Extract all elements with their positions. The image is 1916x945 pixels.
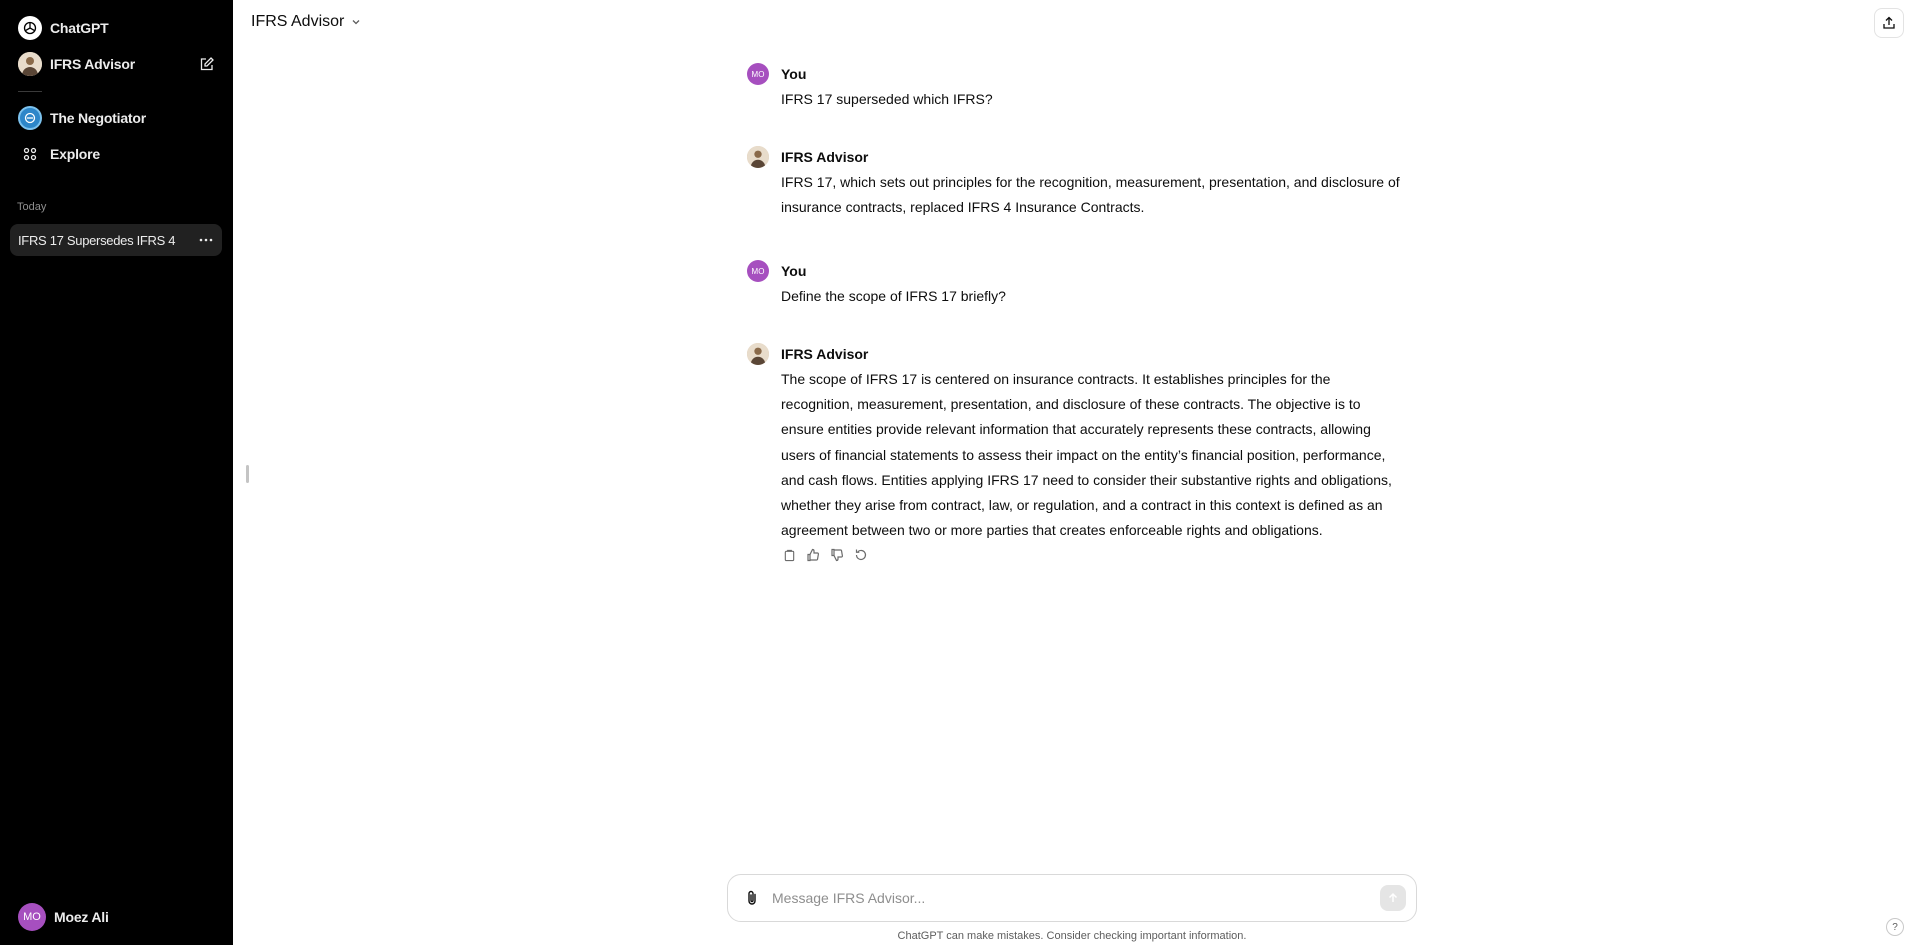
help-button[interactable]: ? [1886, 918, 1904, 936]
ifrs-advisor-avatar [18, 52, 42, 76]
thumbs-up-icon[interactable] [805, 547, 821, 563]
sidebar-item-ifrs-advisor[interactable]: IFRS Advisor [10, 47, 223, 81]
avatar: MO [747, 260, 769, 282]
section-label-today: Today [17, 201, 47, 213]
message-text: Define the scope of IFRS 17 briefly? [781, 288, 1006, 304]
message-author: IFRS Advisor [781, 346, 869, 362]
send-button[interactable] [1380, 885, 1406, 911]
page-title: IFRS Advisor [251, 13, 345, 30]
message-author: You [781, 66, 807, 82]
model-selector[interactable]: IFRS Advisor [251, 13, 361, 31]
chat-item-label: IFRS 17 Supersedes IFRS 4 [18, 232, 176, 248]
sidebar-item-the-negotiator[interactable]: The Negotiator [10, 101, 223, 135]
sidebar-chat-item[interactable]: IFRS 17 Supersedes IFRS 4 [10, 224, 222, 256]
new-chat-edit-icon[interactable] [199, 56, 215, 72]
arrow-up-icon [1388, 892, 1398, 902]
more-options-icon[interactable] [198, 232, 214, 248]
sidebar-item-label: IFRS Advisor [50, 56, 135, 72]
negotiator-avatar [18, 106, 42, 130]
ifrs-advisor-avatar [747, 146, 769, 168]
grid-icon [18, 142, 42, 166]
disclaimer-text: ChatGPT can make mistakes. Consider chec… [897, 930, 1247, 942]
message-author: IFRS Advisor [781, 149, 869, 165]
sidebar-item-label: The Negotiator [50, 110, 146, 126]
ifrs-advisor-avatar [747, 343, 769, 365]
sidebar-item-explore[interactable]: Explore [10, 137, 223, 171]
share-icon [1883, 16, 1895, 29]
sidebar-item-label: ChatGPT [50, 20, 109, 36]
thumbs-down-icon[interactable] [829, 547, 845, 563]
user-name: Moez Ali [54, 909, 109, 925]
avatar: MO [747, 63, 769, 85]
sidebar-divider [18, 91, 42, 92]
user-profile-button[interactable]: MO Moez Ali [10, 900, 222, 934]
avatar: MO [18, 903, 46, 931]
sidebar-item-label: Explore [50, 146, 100, 162]
sidebar-resize-handle[interactable] [246, 465, 249, 483]
message-text: IFRS 17, which sets out principles for t… [781, 174, 1400, 216]
message-input[interactable] [772, 890, 1380, 906]
chevron-down-icon [352, 20, 360, 25]
openai-logo-icon [18, 16, 42, 40]
message-author: You [781, 263, 807, 279]
message-text: IFRS 17 superseded which IFRS? [781, 91, 993, 107]
message-text: The scope of IFRS 17 is centered on insu… [781, 371, 1392, 539]
sidebar: ChatGPT IFRS Advisor The Negotiator Expl… [0, 0, 233, 945]
message-composer [727, 874, 1417, 922]
regenerate-icon[interactable] [853, 547, 869, 563]
share-button[interactable] [1874, 8, 1904, 38]
sidebar-item-chatgpt[interactable]: ChatGPT [10, 11, 223, 45]
copy-icon[interactable] [781, 547, 797, 563]
paperclip-icon[interactable] [742, 888, 762, 908]
message-actions [781, 547, 869, 563]
